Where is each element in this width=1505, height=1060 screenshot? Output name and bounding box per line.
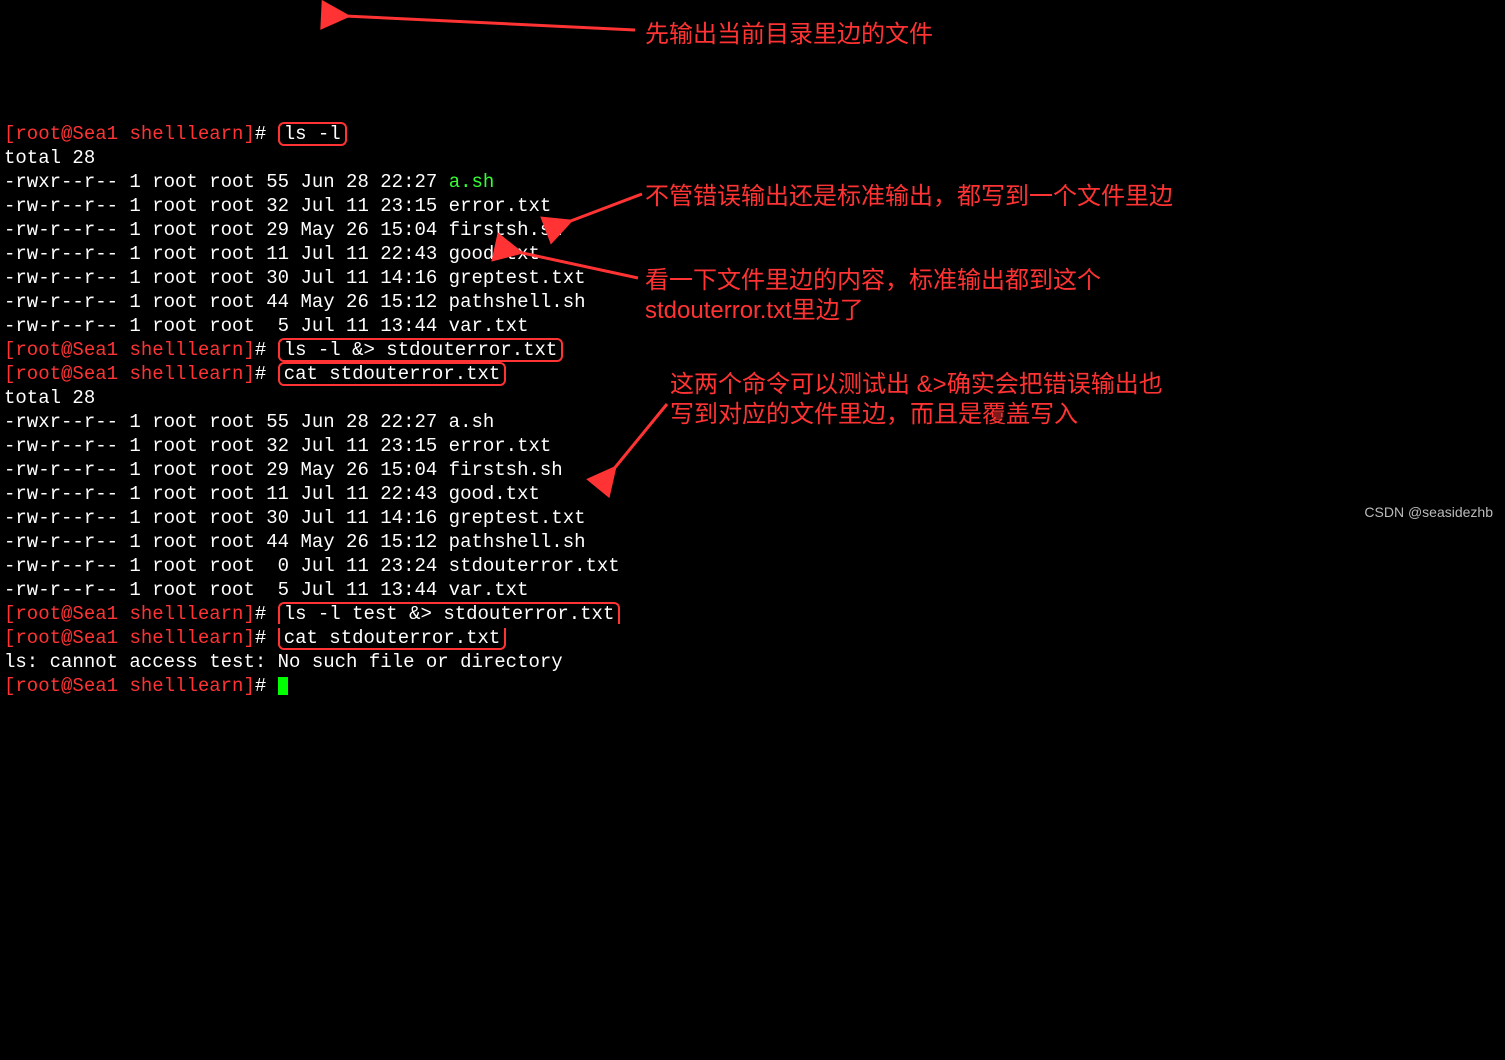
annotation-3: 看一下文件里边的内容，标准输出都到这个stdouterror.txt里边了: [645, 266, 1101, 326]
ls-row: -rw-r--r-- 1 root root 32 Jul 11 23:15 e…: [4, 195, 551, 217]
arrow-icon: [605, 400, 675, 480]
total-line: total 28: [4, 147, 95, 169]
ls-row: -rw-r--r-- 1 root root 11 Jul 11 22:43 g…: [4, 483, 540, 505]
ls-row: -rw-r--r-- 1 root root 32 Jul 11 23:15 e…: [4, 435, 551, 457]
ls-row: -rwxr--r-- 1 root root 55 Jun 28 22:27 a…: [4, 171, 494, 193]
ls-row: -rw-r--r-- 1 root root 44 May 26 15:12 p…: [4, 531, 586, 553]
error-output: ls: cannot access test: No such file or …: [4, 651, 563, 673]
annotation-4: 这两个命令可以测试出 &>确实会把错误输出也写到对应的文件里边，而且是覆盖写入: [670, 370, 1163, 430]
arrow-icon: [510, 248, 645, 288]
annotation-1: 先输出当前目录里边的文件: [645, 20, 933, 50]
cmd-ls-l: ls -l: [278, 122, 347, 146]
ls-row: -rw-r--r-- 1 root root 30 Jul 11 14:16 g…: [4, 507, 586, 529]
ls-row: -rwxr--r-- 1 root root 55 Jun 28 22:27 a…: [4, 411, 494, 433]
cmd-cat1: cat stdouterror.txt: [278, 362, 507, 386]
ls-row: -rw-r--r-- 1 root root 29 May 26 15:04 f…: [4, 459, 563, 481]
watermark: CSDN @seasidezhb: [1364, 500, 1493, 524]
cmd-redirect: ls -l &> stdouterror.txt: [278, 338, 564, 362]
ls-row: -rw-r--r-- 1 root root 30 Jul 11 14:16 g…: [4, 267, 586, 289]
cmd-ls-test: ls -l test &> stdouterror.txt: [278, 602, 621, 624]
ls-row: -rw-r--r-- 1 root root 44 May 26 15:12 p…: [4, 291, 586, 313]
ls-row: -rw-r--r-- 1 root root 5 Jul 11 13:44 va…: [4, 579, 529, 601]
ls-row: -rw-r--r-- 1 root root 29 May 26 15:04 f…: [4, 219, 563, 241]
arrow-icon: [335, 8, 645, 38]
ls-row: -rw-r--r-- 1 root root 5 Jul 11 13:44 va…: [4, 315, 529, 337]
ls-row: -rw-r--r-- 1 root root 0 Jul 11 23:24 st…: [4, 555, 620, 577]
annotation-2: 不管错误输出还是标准输出，都写到一个文件里边: [645, 182, 1173, 212]
cmd-cat2: cat stdouterror.txt: [278, 628, 507, 650]
total-line: total 28: [4, 387, 95, 409]
arrow-icon: [560, 190, 650, 230]
cursor-icon: [278, 677, 288, 695]
ls-row: -rw-r--r-- 1 root root 11 Jul 11 22:43 g…: [4, 243, 540, 265]
